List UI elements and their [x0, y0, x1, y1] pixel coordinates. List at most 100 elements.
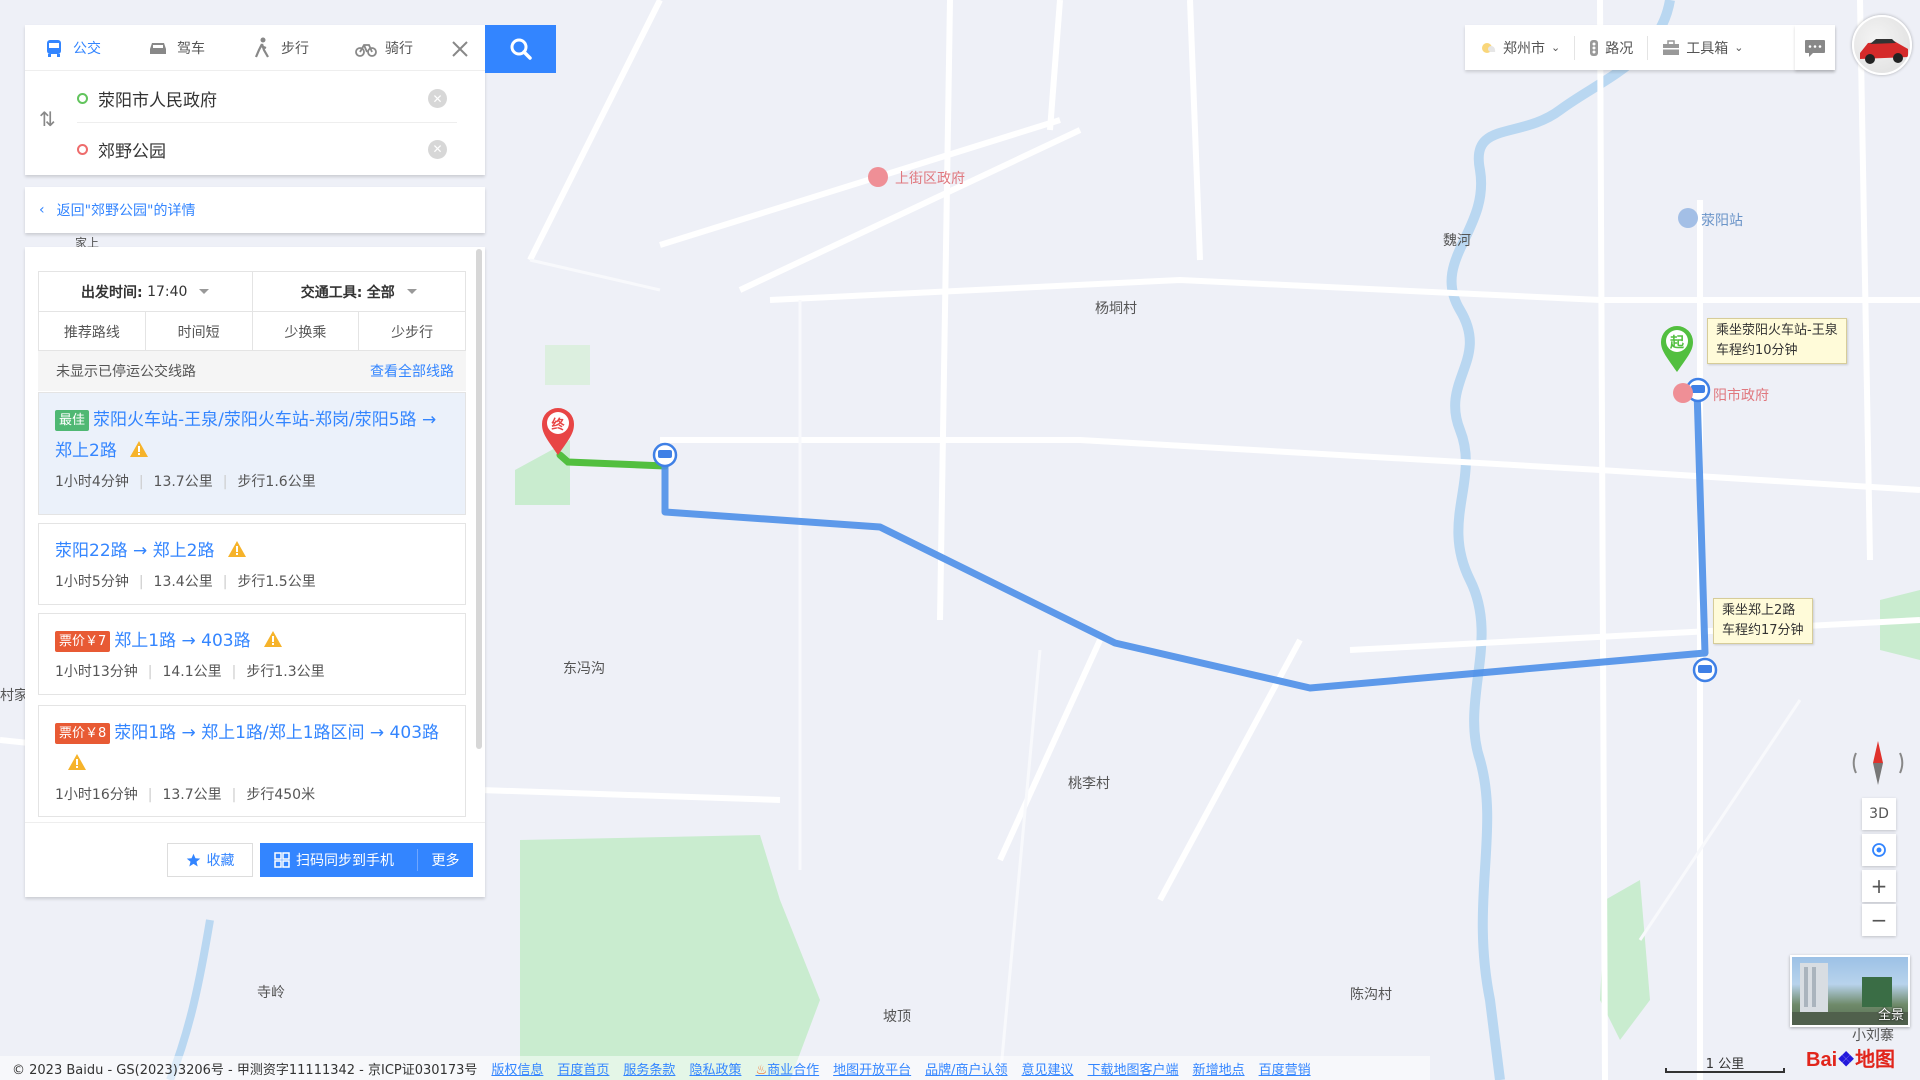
- footer-link[interactable]: ♨商业合作: [755, 1059, 819, 1078]
- map-label-chengou: 陈沟村: [1350, 987, 1392, 1003]
- map-label-gov[interactable]: 上街区政府: [895, 168, 965, 188]
- depart-time-dropdown[interactable]: 出发时间: 17:40: [39, 272, 253, 311]
- traffic-button[interactable]: 路况: [1575, 35, 1649, 60]
- notice-text: 未显示已停运公交线路: [56, 364, 196, 380]
- zoom-in-button[interactable]: +: [1862, 870, 1896, 902]
- chevron-down-icon: ⌄: [1551, 41, 1561, 54]
- route-title[interactable]: 票价￥7 郑上1路 → 403路: [55, 626, 449, 657]
- footer-link[interactable]: 新增地点: [1193, 1059, 1245, 1078]
- end-input[interactable]: 郊野公园 ✕: [77, 125, 457, 173]
- qrcode-icon: [274, 852, 290, 868]
- tip-line: 乘坐荥阳火车站-王泉: [1716, 323, 1838, 338]
- end-marker-label: 终: [551, 418, 565, 433]
- tab-walk[interactable]: 步行: [251, 37, 355, 59]
- route-distance: 13.4公里: [153, 574, 213, 590]
- 3d-toggle-button[interactable]: 3D: [1862, 798, 1896, 830]
- tab-label: 骑行: [385, 40, 413, 57]
- compass-icon[interactable]: [1848, 735, 1908, 790]
- toolbox-button[interactable]: 工具箱 ⌄: [1648, 36, 1757, 60]
- route-title[interactable]: 最佳 荥阳火车站-王泉/荥阳火车站-郑岗/荥阳5路 → 郑上2路: [55, 405, 449, 467]
- map-label-weihe: 魏河: [1443, 233, 1471, 249]
- footer-link[interactable]: 品牌/商户认领: [925, 1059, 1007, 1078]
- start-input[interactable]: 荥阳市人民政府 ✕: [77, 75, 457, 123]
- footer-link[interactable]: 服务条款: [623, 1059, 675, 1078]
- favorite-button[interactable]: 收藏: [167, 843, 253, 877]
- route-title[interactable]: 票价￥8 荥阳1路 → 郑上1路/郑上1路区间 → 403路: [55, 718, 449, 780]
- tab-car[interactable]: 驾车: [147, 37, 251, 59]
- panorama-thumbnail[interactable]: 全景: [1790, 955, 1910, 1027]
- footer-link[interactable]: 隐私政策: [689, 1059, 741, 1078]
- tip-line: 乘坐郑上2路: [1722, 603, 1796, 618]
- message-button[interactable]: [1795, 25, 1835, 70]
- map-label-station[interactable]: 荥阳站: [1701, 210, 1743, 230]
- car-icon: [150, 42, 166, 54]
- route-duration: 1小时5分钟: [55, 574, 129, 590]
- caret-down-icon: [199, 289, 210, 294]
- footer-link[interactable]: 下载地图客户端: [1088, 1059, 1179, 1078]
- zoom-out-button[interactable]: −: [1862, 904, 1896, 936]
- footer-link-label: 商业合作: [767, 1062, 820, 1078]
- clear-start-icon[interactable]: ✕: [428, 89, 447, 108]
- close-icon[interactable]: [447, 36, 473, 62]
- footer-link[interactable]: 地图开放平台: [833, 1059, 911, 1078]
- footer-link[interactable]: 百度首页: [557, 1059, 609, 1078]
- tab-label: 驾车: [177, 40, 205, 57]
- toolbox-label: 工具箱: [1686, 40, 1729, 57]
- map-toolbar: 郑州市 ⌄ 路况 工具箱 ⌄: [1465, 25, 1835, 70]
- map-scale: 1 公里: [1665, 1053, 1785, 1075]
- route-title[interactable]: 荥阳22路 → 郑上2路: [55, 536, 449, 567]
- back-link-label: 返回"郊野公园"的详情: [56, 203, 196, 219]
- locate-button[interactable]: [1862, 834, 1896, 866]
- map-label-yang-gov[interactable]: 阳市政府: [1713, 385, 1769, 405]
- tab-bus[interactable]: 公交: [43, 37, 147, 59]
- bus-stop-icon: [1692, 657, 1718, 683]
- panorama-label: 全景: [1877, 1008, 1904, 1023]
- walk-icon: [254, 37, 269, 58]
- toolbox-icon: [1663, 39, 1680, 55]
- route-list-scrollbar[interactable]: [476, 249, 482, 749]
- baidu-map-logo[interactable]: Bai❖地图: [1806, 1043, 1895, 1072]
- search-button[interactable]: [485, 25, 556, 73]
- suspended-notice: 未显示已停运公交线路 查看全部线路: [38, 351, 466, 391]
- chevron-down-icon: ⌄: [1734, 41, 1744, 54]
- start-input-value[interactable]: 荥阳市人民政府: [98, 86, 428, 111]
- bike-icon: [355, 43, 377, 57]
- route-duration: 1小时16分钟: [55, 787, 138, 803]
- city-selector[interactable]: 郑州市 ⌄: [1465, 35, 1576, 60]
- start-dot-icon: [77, 93, 88, 104]
- view-all-routes-link[interactable]: 查看全部线路: [370, 361, 454, 381]
- route-walk: 步行1.5公里: [237, 574, 316, 590]
- sort-tab-fewer-transfers[interactable]: 少换乘: [253, 312, 360, 351]
- more-button[interactable]: 更多: [418, 850, 473, 870]
- sync-label: 扫码同步到手机: [296, 853, 394, 869]
- end-input-value[interactable]: 郊野公园: [98, 137, 428, 162]
- bus-stop-icon: [652, 442, 678, 468]
- route-card[interactable]: 最佳 荥阳火车站-王泉/荥阳火车站-郑岗/荥阳5路 → 郑上2路 1小时4分钟 | 1…: [38, 392, 466, 515]
- footer-link[interactable]: 意见建议: [1022, 1059, 1074, 1078]
- sort-tab-fastest[interactable]: 时间短: [146, 312, 253, 351]
- swap-icon[interactable]: ⇅: [39, 107, 61, 135]
- map-label-yangtong: 杨垌村: [1095, 301, 1137, 317]
- route-tag: 票价￥7: [55, 631, 111, 652]
- footer-link[interactable]: 版权信息: [491, 1059, 543, 1078]
- vehicle-dropdown[interactable]: 交通工具: 全部: [253, 272, 466, 311]
- copyright-text: © 2023 Baidu - GS(2023)3206号 - 甲测资字11111…: [12, 1062, 478, 1078]
- avatar[interactable]: [1852, 15, 1912, 75]
- tab-bike[interactable]: 骑行: [355, 37, 459, 59]
- vehicle-value: 全部: [366, 284, 395, 301]
- depart-label: 出发时间:: [81, 284, 143, 301]
- sync-to-phone-button[interactable]: 扫码同步到手机 更多: [260, 843, 473, 877]
- start-marker-label: 起: [1670, 335, 1684, 351]
- route-duration: 1小时4分钟: [55, 474, 129, 490]
- weather-icon: [1482, 42, 1496, 53]
- clear-end-icon[interactable]: ✕: [428, 139, 447, 159]
- route-card[interactable]: 票价￥8 荥阳1路 → 郑上1路/郑上1路区间 → 403路 1小时16分钟 | 13…: [38, 705, 466, 817]
- end-dot-icon: [77, 143, 88, 155]
- footer-link[interactable]: 百度营销: [1259, 1059, 1311, 1078]
- route-card[interactable]: 票价￥7 郑上1路 → 403路 1小时13分钟 | 14.1公里 | 步行1.3公里: [38, 613, 466, 695]
- route-list-footer: 收藏 扫码同步到手机 更多: [25, 822, 485, 897]
- back-to-detail-link[interactable]: ‹ 返回"郊野公园"的详情: [25, 187, 485, 233]
- sort-tab-recommended[interactable]: 推荐路线: [39, 312, 146, 351]
- sort-tab-less-walking[interactable]: 少步行: [359, 312, 465, 351]
- route-card[interactable]: 荥阳22路 → 郑上2路 1小时5分钟 | 13.4公里 | 步行1.5公里: [38, 523, 466, 605]
